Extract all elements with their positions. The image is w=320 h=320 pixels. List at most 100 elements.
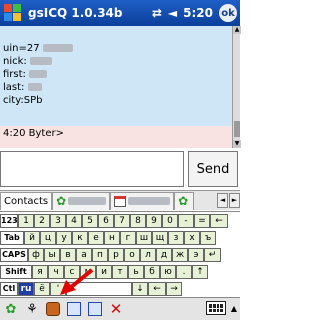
key-5[interactable]: 5 xyxy=(82,214,98,228)
key-0[interactable]: Tab xyxy=(0,231,24,245)
key-1[interactable]: я xyxy=(32,265,48,279)
keyboard-row-1: 123 1 2 3 4 5 6 7 8 9 0- = ← xyxy=(0,214,240,228)
key-11[interactable]: х xyxy=(184,231,200,245)
history-scrollbar[interactable]: ▲ ▼ xyxy=(232,26,241,148)
key-9[interactable]: д xyxy=(156,248,172,262)
input-menu-arrow-icon[interactable]: ▲ xyxy=(231,304,237,313)
key-1[interactable]: й xyxy=(24,231,40,245)
tab-scroll-right-icon[interactable]: ► xyxy=(229,193,240,208)
key-6[interactable]: ← xyxy=(148,282,166,296)
key-4[interactable]: 4 xyxy=(66,214,82,228)
scroll-down-icon[interactable]: ▼ xyxy=(233,140,241,148)
key-5[interactable]: и xyxy=(96,265,112,279)
app-title: gsICQ 1.0.34b xyxy=(28,6,123,20)
flower-icon: ✿ xyxy=(56,194,67,208)
key-2[interactable]: ц xyxy=(40,231,56,245)
flower-icon: ✿ xyxy=(178,194,189,208)
tab-bar: Contacts ✿ ✿ ◄ ► xyxy=(0,190,240,210)
key-8[interactable]: л xyxy=(140,248,156,262)
start-menu-icon[interactable] xyxy=(3,3,23,23)
scroll-thumb[interactable] xyxy=(234,121,240,137)
key-2[interactable]: ы xyxy=(44,248,60,262)
key-8[interactable]: 8 xyxy=(130,214,146,228)
info-last: last: xyxy=(3,81,232,94)
tab-contact-2[interactable] xyxy=(110,191,175,210)
key-3[interactable]: 3 xyxy=(50,214,66,228)
key-6[interactable]: н xyxy=(104,231,120,245)
compose-row: Send xyxy=(0,149,240,189)
key-1[interactable]: ru xyxy=(18,282,34,296)
key-0[interactable]: 123 xyxy=(0,214,18,228)
key-11[interactable]: - xyxy=(178,214,194,228)
key-1[interactable]: 1 xyxy=(18,214,34,228)
keyboard-row-4: Shiftячсмитьбю.↑ xyxy=(0,265,240,279)
tab-contacts[interactable]: Contacts xyxy=(0,191,53,210)
contacts-icon[interactable]: ⚘ xyxy=(23,300,41,318)
key-12[interactable]: ъ xyxy=(200,231,216,245)
key-7[interactable]: → xyxy=(166,282,182,296)
key-10[interactable]: 0 xyxy=(162,214,178,228)
keyboard-row-2: Tab й ц у к е н г ш щ з х ъ xyxy=(0,231,240,245)
tab-contact-3[interactable]: ✿ xyxy=(174,191,195,210)
key-2[interactable]: 2 xyxy=(34,214,50,228)
key-12[interactable]: = xyxy=(194,214,210,228)
key-10[interactable]: з xyxy=(168,231,184,245)
key-3[interactable]: в xyxy=(60,248,76,262)
key-7[interactable]: ь xyxy=(128,265,144,279)
calendar-icon xyxy=(114,195,126,207)
key-0[interactable]: CAPS xyxy=(0,248,28,262)
message-sender-line: 4:20 Byter> xyxy=(3,128,64,139)
key-7[interactable]: о xyxy=(124,248,140,262)
key-7[interactable]: г xyxy=(120,231,136,245)
user-info-icon[interactable] xyxy=(44,300,62,318)
message-history[interactable]: uin=27 nick: first: last: city:SPb xyxy=(0,26,232,126)
tab-contact-1[interactable]: ✿ xyxy=(52,191,111,210)
title-bar: gsICQ 1.0.34b ⇄ ◄ 5:20 ok xyxy=(0,0,240,26)
close-icon[interactable]: ✕ xyxy=(107,300,125,318)
keyboard-icon[interactable] xyxy=(206,301,226,315)
ok-button[interactable]: ok xyxy=(219,4,237,22)
key-4[interactable]: к xyxy=(72,231,88,245)
key-5[interactable]: е xyxy=(88,231,104,245)
key-9[interactable]: щ xyxy=(152,231,168,245)
key-12[interactable]: ↵ xyxy=(204,248,221,262)
send-button[interactable]: Send xyxy=(188,151,238,187)
keyboard-row-3: CAPS ф ы в а п р о л д ж э ↵ xyxy=(0,248,240,262)
info-first: first: xyxy=(3,68,232,81)
key-11[interactable]: э xyxy=(188,248,204,262)
clock[interactable]: 5:20 xyxy=(183,6,213,20)
bottom-toolbar: ✿ ⚘ ✕ ▲ xyxy=(0,297,240,320)
key-7[interactable]: 7 xyxy=(114,214,130,228)
key-6[interactable]: р xyxy=(108,248,124,262)
key-0[interactable]: Shift xyxy=(0,265,32,279)
key-5[interactable]: п xyxy=(92,248,108,262)
on-screen-keyboard: 123 1 2 3 4 5 6 7 8 9 0- = ← Tab й ц у к е н г ш щ з х ъ CAPS ф ы в… xyxy=(0,211,240,297)
key-5[interactable]: ↓ xyxy=(132,282,148,296)
info-nick: nick: xyxy=(3,55,232,68)
copy-icon[interactable] xyxy=(65,300,83,318)
status-flower-icon[interactable]: ✿ xyxy=(2,300,20,318)
key-3[interactable]: у xyxy=(56,231,72,245)
key-4[interactable]: а xyxy=(76,248,92,262)
message-input[interactable] xyxy=(0,151,184,187)
key-10[interactable]: ж xyxy=(172,248,188,262)
key-6[interactable]: 6 xyxy=(98,214,114,228)
tab-scroll-left-icon[interactable]: ◄ xyxy=(217,193,228,208)
paste-icon[interactable] xyxy=(86,300,104,318)
key-13[interactable]: ← xyxy=(210,214,228,228)
key-11[interactable]: ↑ xyxy=(192,265,208,279)
volume-icon[interactable]: ◄ xyxy=(168,6,177,20)
key-2[interactable]: ё xyxy=(34,282,50,296)
key-6[interactable]: т xyxy=(112,265,128,279)
key-9[interactable]: ю xyxy=(160,265,176,279)
key-8[interactable]: б xyxy=(144,265,160,279)
key-1[interactable]: ф xyxy=(28,248,44,262)
info-uin: uin=27 xyxy=(3,42,232,55)
scroll-up-icon[interactable]: ▲ xyxy=(233,26,241,34)
key-0[interactable]: Ctl xyxy=(0,282,18,296)
key-10[interactable]: . xyxy=(176,265,192,279)
connectivity-icon[interactable]: ⇄ xyxy=(152,6,162,20)
key-8[interactable]: ш xyxy=(136,231,152,245)
info-city: city:SPb xyxy=(3,95,43,106)
key-9[interactable]: 9 xyxy=(146,214,162,228)
